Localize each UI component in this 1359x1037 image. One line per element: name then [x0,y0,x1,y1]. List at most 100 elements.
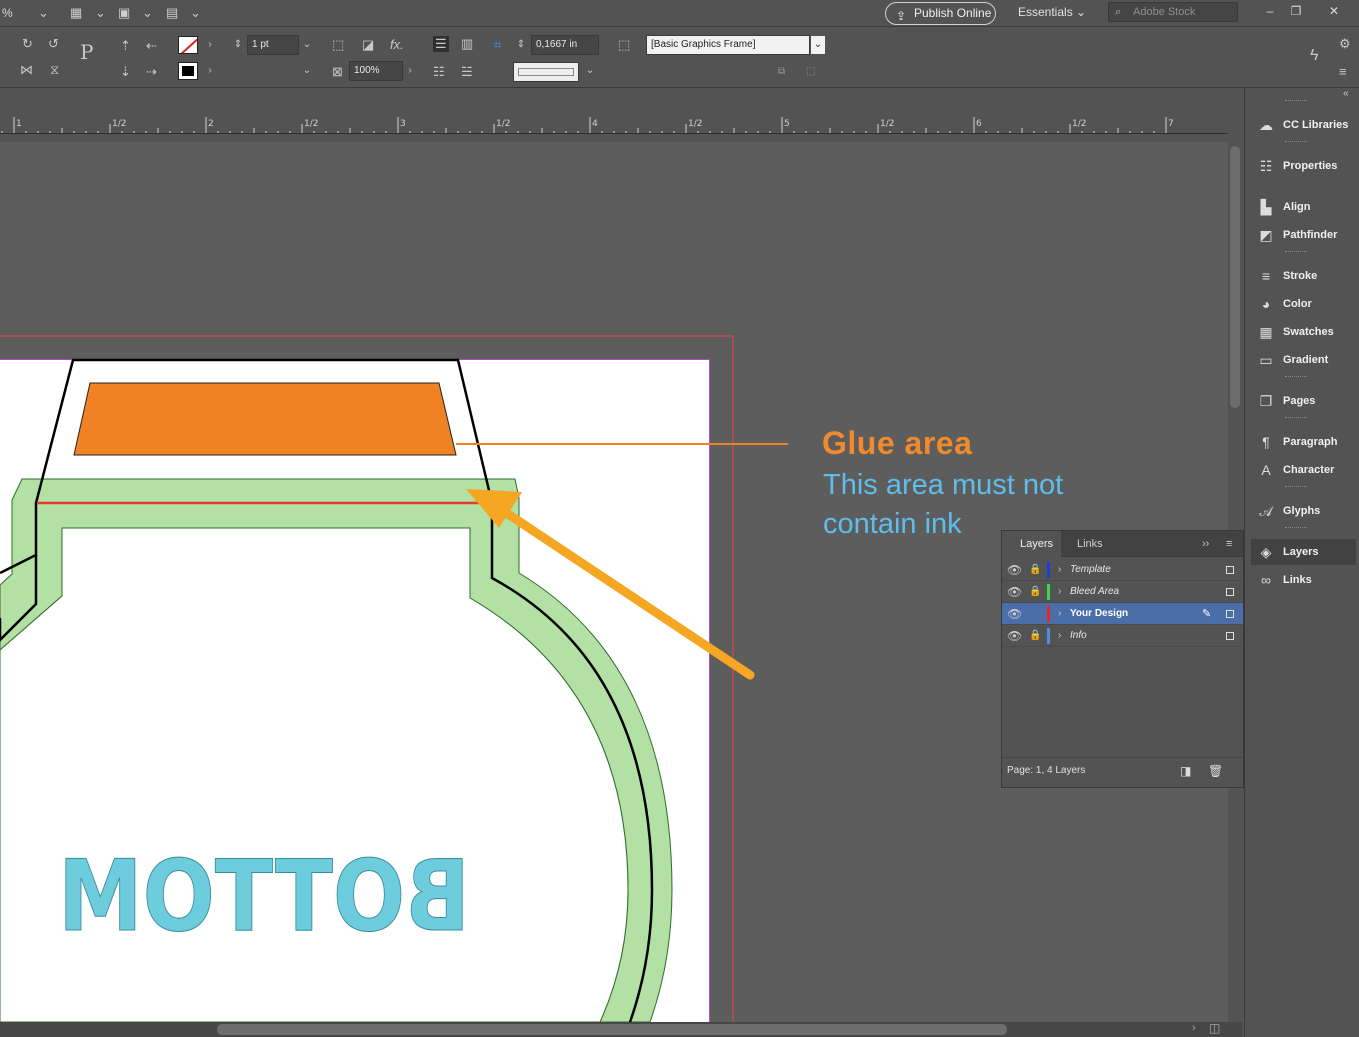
select-content-icon[interactable]: ⇣ [120,64,131,80]
stroke-weight-field[interactable]: 1 pt [247,35,299,55]
flip-vertical-icon[interactable]: ⧖ [50,62,59,78]
dock-item-stroke[interactable]: ≡ Stroke [1251,263,1356,289]
split-view-icon[interactable]: ◫ [1209,1021,1220,1035]
frame-fitting-icon[interactable]: ⬚ [332,37,344,53]
select-next-icon[interactable]: ⇢ [146,64,157,80]
dock-item-gradient[interactable]: ▭ Gradient [1251,347,1356,373]
dock-item-links[interactable]: ∞ Links [1251,567,1356,593]
panel-menu-icon[interactable]: ≡ [1226,531,1232,557]
new-layer-icon[interactable]: ◨ [1180,758,1191,784]
dock-item-cc-libraries[interactable]: ☁ CC Libraries [1251,112,1356,138]
screen-mode-icon[interactable]: ▣ [118,4,130,22]
layer-row[interactable]: 👁 🔒 › Bleed Area [1002,581,1243,603]
restore-icon[interactable]: ❐ [1283,2,1309,20]
tab-layers[interactable]: Layers [1002,531,1062,557]
rotate-cw-icon[interactable]: ↻ [22,36,33,52]
chevron-down-icon[interactable]: ⌄ [300,36,314,54]
corner-options-icon[interactable]: ⌗ [494,37,501,53]
rotate-ccw-icon[interactable]: ↺ [48,36,59,52]
chevron-right-icon[interactable]: › [1058,559,1061,581]
panel-group-grip[interactable] [1285,376,1307,379]
eye-icon[interactable]: 👁 [1007,625,1022,647]
chevron-right-icon[interactable]: › [1058,603,1061,625]
view-options-icon[interactable]: ▦ [70,4,82,22]
chevron-down-icon[interactable]: ⌄ [811,36,825,54]
stroke-menu-arrow-icon[interactable]: › [203,62,217,80]
select-previous-icon[interactable]: ⇠ [146,38,157,54]
chevron-down-icon[interactable]: ⌄ [300,62,314,80]
eye-icon[interactable]: 👁 [1007,559,1022,581]
chevron-down-icon[interactable]: ⌄ [583,62,597,80]
text-wrap-none-icon[interactable]: ☰ [433,36,449,52]
panel-group-grip[interactable] [1285,417,1307,420]
opacity-field[interactable]: 100% [349,61,403,81]
redefine-style-icon[interactable]: ⬚ [806,64,815,80]
text-wrap-jump-icon[interactable]: ☱ [461,64,473,80]
lock-icon[interactable]: 🔒 [1029,625,1041,647]
panel-group-grip[interactable] [1285,527,1307,530]
select-container-icon[interactable]: ⇡ [120,38,131,54]
stepper-icon[interactable]: ⇕ [514,36,528,54]
panel-group-grip[interactable] [1285,251,1307,254]
arrange-documents-icon[interactable]: ▤ [166,4,178,22]
vertical-scroll-thumb[interactable] [1230,146,1240,408]
dock-item-pathfinder[interactable]: ◩ Pathfinder [1251,222,1356,248]
dock-item-layers[interactable]: ◈ Layers [1251,539,1356,565]
dock-item-properties[interactable]: ☷ Properties [1251,153,1356,179]
proxy-text-icon[interactable]: P [80,42,93,62]
dock-item-align[interactable]: ▙ Align [1251,194,1356,220]
trash-icon[interactable]: 🗑 [1208,758,1223,784]
stepper-icon[interactable]: ⇕ [231,36,245,54]
layer-select-square[interactable] [1226,632,1234,640]
lock-icon[interactable]: 🔒 [1029,559,1041,581]
dock-item-character[interactable]: A Character [1251,457,1356,483]
panel-group-grip[interactable] [1285,100,1307,103]
chevron-right-icon[interactable]: › [1058,625,1061,647]
adobe-stock-search[interactable]: ⌕ Adobe Stock [1108,2,1238,22]
lightning-icon[interactable]: ϟ [1310,48,1318,64]
stroke-swatch[interactable] [178,62,198,80]
panel-group-grip[interactable] [1285,141,1307,144]
horizontal-scroll-thumb[interactable] [217,1024,1007,1035]
corner-size-field[interactable]: 0,1667 in [531,35,599,55]
dock-item-glyphs[interactable]: 𝒜 Glyphs [1251,498,1356,524]
effects-fx-icon[interactable]: fx. [390,37,404,53]
object-style-icon[interactable]: ⬚ [618,37,630,53]
dock-item-swatches[interactable]: ▦ Swatches [1251,319,1356,345]
layer-row[interactable]: 👁 › Your Design ✎ [1002,603,1243,625]
layer-row[interactable]: 👁 🔒 › Info [1002,625,1243,647]
expand-panel-icon[interactable]: ›› [1202,531,1209,557]
layer-select-square[interactable] [1226,610,1234,618]
chevron-down-icon[interactable]: ⌄ [190,4,201,22]
collapse-dock-icon[interactable]: « [1343,88,1349,99]
chevron-right-icon[interactable]: › [1058,581,1061,603]
eye-icon[interactable]: 👁 [1007,603,1022,625]
panel-group-grip[interactable] [1285,486,1307,489]
object-style-select[interactable]: [Basic Graphics Frame] [646,35,810,55]
tab-links[interactable]: Links [1077,531,1103,557]
text-wrap-bounding-icon[interactable]: ▥ [461,36,473,52]
lock-icon[interactable]: 🔒 [1029,581,1041,603]
dock-item-paragraph[interactable]: ¶ Paragraph [1251,429,1356,455]
scroll-right-icon[interactable]: › [1192,1022,1196,1034]
clear-overrides-icon[interactable]: ⧉ [778,64,785,80]
horizontal-ruler[interactable]: 1 1/2 2 1/2 3 1/2 4 1/2 5 1/2 6 1/2 7 [0,117,1228,134]
layer-select-square[interactable] [1226,588,1234,596]
eye-icon[interactable]: 👁 [1007,581,1022,603]
fill-menu-arrow-icon[interactable]: › [203,36,217,54]
dock-item-pages[interactable]: ❐ Pages [1251,388,1356,414]
text-wrap-shape-icon[interactable]: ☷ [433,64,445,80]
zoom-level[interactable]: % [2,6,13,20]
fill-none-swatch[interactable] [178,36,198,54]
dock-item-color[interactable]: ◕ Color [1251,291,1356,317]
chevron-down-icon[interactable]: ⌄ [142,4,153,22]
flip-horizontal-icon[interactable]: ⋈ [20,62,33,78]
publish-online-button[interactable]: ⇪ Publish Online [885,2,996,25]
opacity-menu-arrow-icon[interactable]: › [403,62,417,80]
corner-shape-select[interactable] [513,62,579,82]
layer-row[interactable]: 👁 🔒 › Template [1002,559,1243,581]
chevron-down-icon[interactable]: ⌄ [38,4,49,22]
opacity-icon[interactable]: ⊠ [332,64,343,80]
minimize-icon[interactable]: – [1257,2,1283,20]
workspace-switcher[interactable]: Essentials ⌄ [1018,5,1086,19]
